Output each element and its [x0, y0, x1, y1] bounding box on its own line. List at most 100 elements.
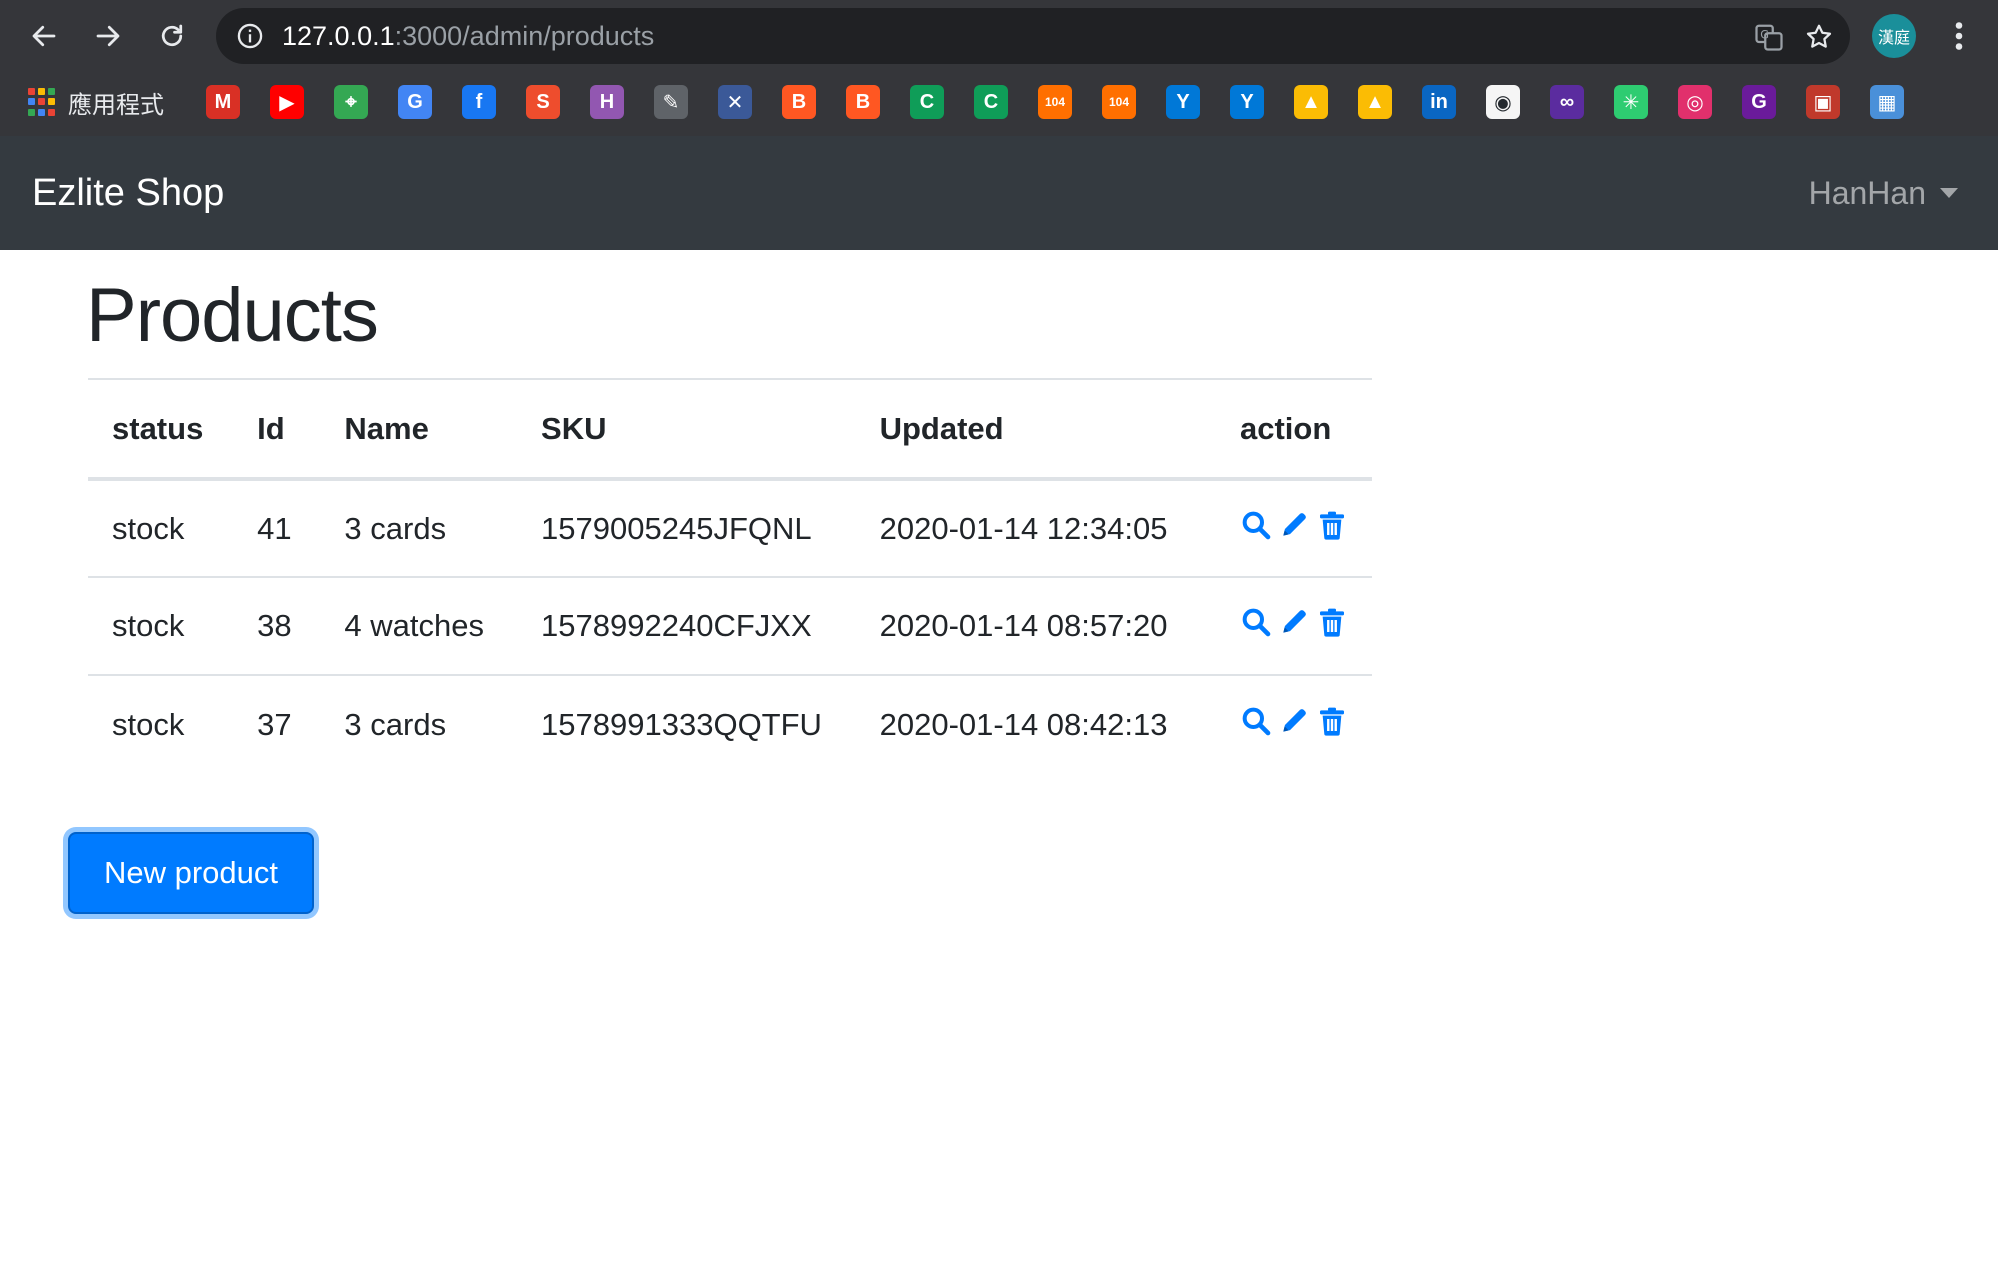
yourator-icon-2[interactable]: Y: [1230, 85, 1264, 119]
google-drive-icon-2[interactable]: ▲: [1358, 85, 1392, 119]
updated-cell: 2020-01-14 12:34:05: [855, 479, 1216, 578]
github-icon[interactable]: ◉: [1486, 85, 1520, 119]
id-cell: 41: [233, 479, 321, 578]
104-icon[interactable]: 104: [1038, 85, 1072, 119]
table-row: stock 37 3 cards 1578991333QQTFU 2020-01-14 …: [88, 675, 1372, 773]
address-bar[interactable]: 127.0.0.1:3000/admin/products G: [216, 8, 1850, 64]
pencil-icon: [1283, 512, 1306, 536]
sku-cell: 1579005245JFQNL: [517, 479, 856, 578]
bookmark-icon-27[interactable]: ▦: [1870, 85, 1904, 119]
c-icon-2[interactable]: C: [974, 85, 1008, 119]
profile-avatar[interactable]: 漢庭: [1872, 14, 1916, 58]
apps-label: 應用程式: [68, 90, 164, 119]
c-icon[interactable]: C: [910, 85, 944, 119]
trash-icon: [1320, 707, 1344, 736]
search-action-search-icon[interactable]: [1240, 509, 1272, 549]
trash-icon: [1320, 608, 1344, 637]
more-vertical-icon[interactable]: [1944, 18, 1974, 54]
pencil-action-pencil-icon[interactable]: [1278, 705, 1310, 745]
instagram-icon[interactable]: ◎: [1678, 85, 1712, 119]
products-table: status Id Name SKU Updated action stock 4…: [88, 378, 1372, 773]
pencil-action-pencil-icon[interactable]: [1278, 606, 1310, 646]
action-cell: [1216, 675, 1372, 773]
reload-icon: [161, 24, 183, 47]
google-translate-icon[interactable]: G: [398, 85, 432, 119]
back-button[interactable]: [22, 14, 66, 58]
table-row: stock 38 4 watches 1578992240CFJXX 2020-01-1…: [88, 577, 1372, 676]
action-cell: [1216, 577, 1372, 676]
104-icon-2[interactable]: 104: [1102, 85, 1136, 119]
blogger-icon[interactable]: B: [782, 85, 816, 119]
trash-action-trash-icon[interactable]: [1316, 606, 1348, 646]
bookmark-icon-25[interactable]: G: [1742, 85, 1776, 119]
search-action-search-icon[interactable]: [1240, 606, 1272, 646]
search-action-search-icon[interactable]: [1240, 705, 1272, 745]
gmail-icon[interactable]: M: [206, 85, 240, 119]
action-cell: [1216, 479, 1372, 578]
search-icon: [1242, 511, 1271, 539]
table-row: stock 41 3 cards 1579005245JFQNL 2020-01-14 …: [88, 479, 1372, 578]
user-dropdown[interactable]: HanHan: [1809, 136, 1958, 250]
translate-icon[interactable]: G: [1754, 22, 1784, 52]
search-icon: [1242, 608, 1271, 637]
bookmarks-bar: 應用程式 M ▶ ⌖ Gf S H ✎ ✕ B B C C 104 104 Y Y ▲ ▲ in ◉ ∞ ✳ ◎ G ▣ ▦: [0, 76, 1998, 128]
page-title: Products: [86, 273, 379, 358]
apps-grid-icon: [28, 88, 56, 116]
sku-cell: 1578992240CFJXX: [517, 577, 856, 676]
youtube-icon[interactable]: ▶: [270, 85, 304, 119]
caret-down-icon: [1940, 188, 1958, 198]
search-icon: [1242, 707, 1271, 735]
info-icon[interactable]: [236, 22, 264, 50]
bookmark-icon-9[interactable]: ✕: [718, 85, 752, 119]
trash-action-trash-icon[interactable]: [1316, 705, 1348, 745]
col-action: action: [1216, 378, 1372, 481]
col-name: Name: [320, 378, 518, 481]
sku-cell: 1578991333QQTFU: [541, 706, 822, 742]
bookmark-icon-8[interactable]: ✎: [654, 85, 688, 119]
trash-icon: [1320, 511, 1344, 540]
name-cell: 3 cards: [344, 706, 447, 742]
name-cell: 3 cards: [320, 479, 518, 578]
google-drive-icon[interactable]: ▲: [1294, 85, 1328, 119]
shopee-icon[interactable]: S: [526, 85, 560, 119]
id-cell: 38: [233, 577, 321, 676]
bookmark-icon-26[interactable]: ▣: [1806, 85, 1840, 119]
trash-action-trash-icon[interactable]: [1316, 509, 1348, 549]
status-cell: stock: [88, 479, 234, 578]
google-maps-icon[interactable]: ⌖: [334, 85, 368, 119]
star-icon[interactable]: [1804, 22, 1834, 52]
linkedin-icon[interactable]: in: [1422, 85, 1456, 119]
brand-link[interactable]: Ezlite Shop: [32, 136, 224, 250]
col-id: Id: [233, 378, 321, 481]
user-name: HanHan: [1808, 174, 1926, 211]
col-status: status: [88, 378, 234, 481]
url-path: :3000/admin/products: [394, 21, 655, 51]
browser-toolbar: 127.0.0.1:3000/admin/products G 漢庭: [0, 0, 1998, 72]
status-cell: stock: [112, 706, 185, 742]
arrow-right-icon: [96, 25, 120, 47]
products-table-body: stock 41 3 cards 1579005245JFQNL 2020-01-14 …: [88, 479, 1372, 773]
updated-cell: 2020-01-14 08:57:20: [855, 577, 1216, 676]
app-navbar: Ezlite Shop HanHan: [0, 136, 1998, 250]
url-text[interactable]: 127.0.0.1:3000/admin/products: [282, 8, 654, 64]
browser-chrome: 127.0.0.1:3000/admin/products G 漢庭 應用程式 …: [0, 0, 1998, 136]
name-cell: 4 watches: [320, 577, 518, 676]
col-updated: Updated: [855, 378, 1216, 481]
url-host: 127.0.0.1: [282, 21, 395, 51]
hackmd-icon[interactable]: H: [590, 85, 624, 119]
svg-text:G: G: [1760, 28, 1769, 41]
id-cell: 37: [257, 706, 292, 742]
new-product-button[interactable]: New product: [68, 832, 314, 914]
bookmark-icon-23[interactable]: ✳: [1614, 85, 1648, 119]
facebook-icon[interactable]: f: [462, 85, 496, 119]
apps-button[interactable]: 應用程式: [28, 84, 164, 120]
status-cell: stock: [88, 577, 234, 676]
bookmark-icon-22[interactable]: ∞: [1550, 85, 1584, 119]
reload-button[interactable]: [150, 14, 194, 58]
pencil-action-pencil-icon[interactable]: [1278, 509, 1310, 549]
pencil-icon: [1283, 610, 1306, 633]
yourator-icon[interactable]: Y: [1166, 85, 1200, 119]
pencil-icon: [1283, 708, 1306, 732]
blogger-icon-2[interactable]: B: [846, 85, 880, 119]
forward-button[interactable]: [86, 14, 130, 58]
